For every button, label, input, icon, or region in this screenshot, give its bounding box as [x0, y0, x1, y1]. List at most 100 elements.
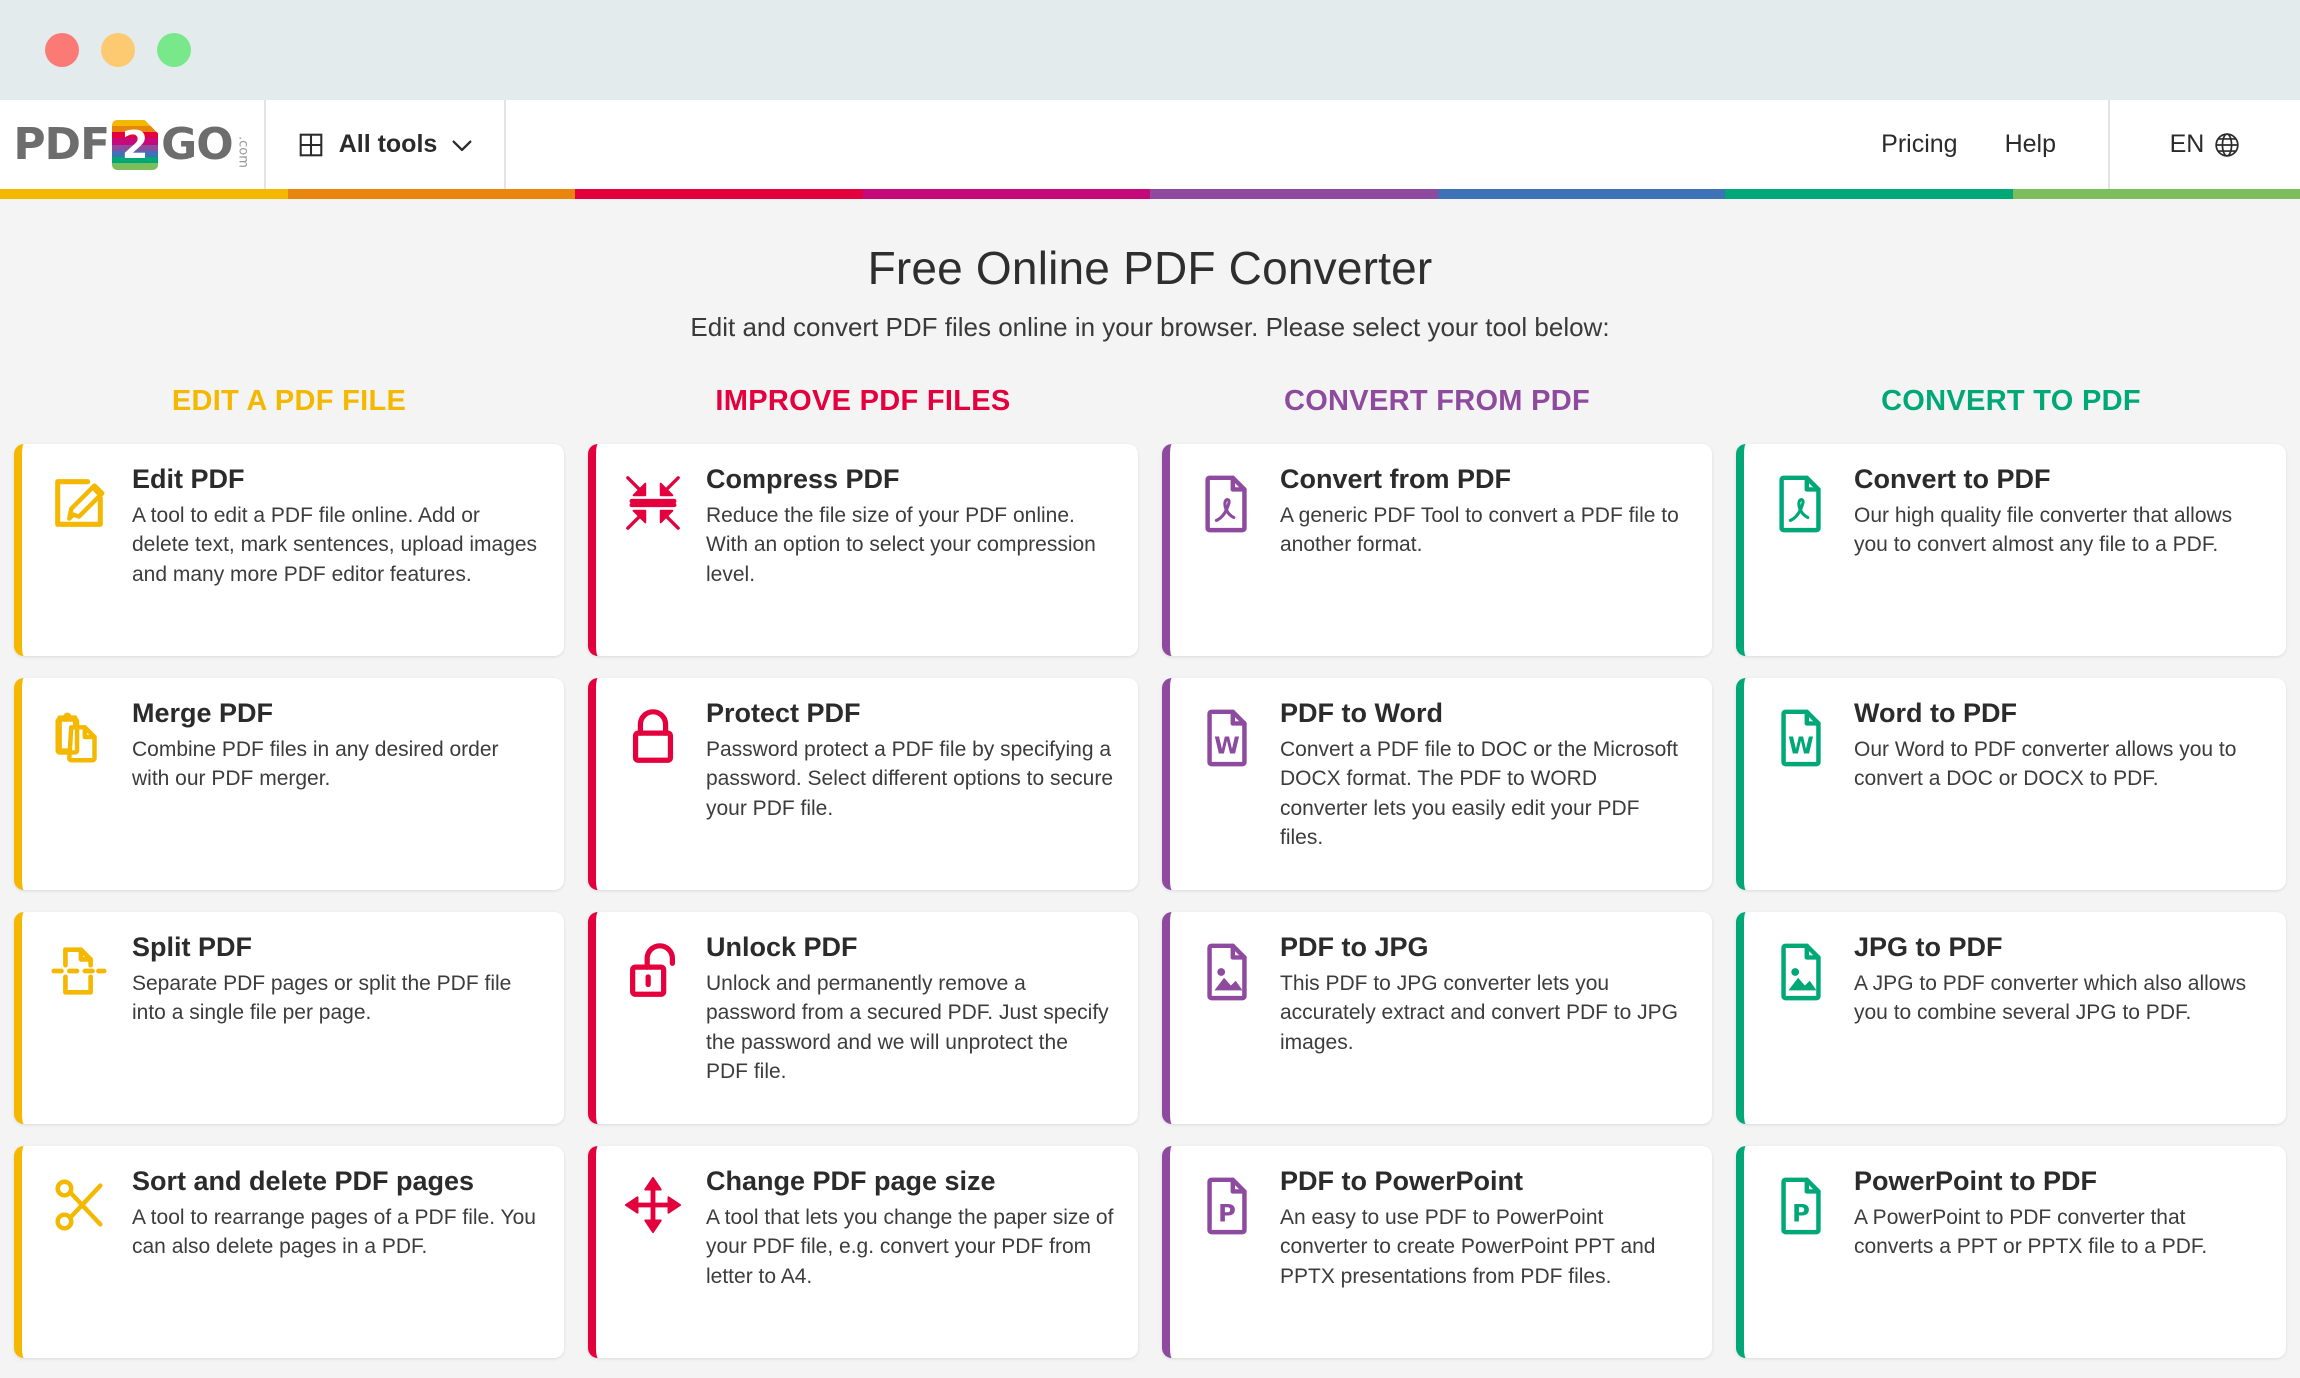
- tool-card-body: PDF to PowerPoint An easy to use PDF to P…: [1280, 1166, 1688, 1342]
- merge-pdf-icon: [48, 706, 110, 768]
- chevron-down-icon: [452, 139, 472, 151]
- nav-link-pricing[interactable]: Pricing: [1881, 130, 1957, 159]
- nav-link-help[interactable]: Help: [2005, 130, 2056, 159]
- tool-card-description: Our Word to PDF converter allows you to …: [1854, 738, 2237, 791]
- tool-card-body: PDF to Word Convert a PDF file to DOC or …: [1280, 698, 1688, 874]
- tool-card-title: Split PDF: [132, 932, 252, 962]
- tool-card-title: PDF to PowerPoint: [1280, 1166, 1523, 1196]
- tool-card-title: JPG to PDF: [1854, 932, 2003, 962]
- tool-card-description: Password protect a PDF file by specifyin…: [706, 738, 1114, 820]
- tool-card[interactable]: W Word to PDF Our Word to PDF converter a…: [1736, 678, 2286, 890]
- tool-card-title: PDF to JPG: [1280, 932, 1429, 962]
- tool-card-description: Reduce the file size of your PDF online.…: [706, 504, 1096, 586]
- word-document-icon: W: [1196, 706, 1258, 768]
- tool-card[interactable]: W PDF to Word Convert a PDF file to DOC o…: [1162, 678, 1712, 890]
- language-selector[interactable]: EN: [2110, 100, 2300, 189]
- tool-card-description: Convert a PDF file to DOC or the Microso…: [1280, 738, 1678, 850]
- tool-card-title: Edit PDF: [132, 464, 245, 494]
- tool-card-body: Convert from PDF A generic PDF Tool to co…: [1280, 464, 1688, 640]
- tool-card[interactable]: Protect PDF Password protect a PDF file b…: [588, 678, 1138, 890]
- tool-card-title: Protect PDF: [706, 698, 861, 728]
- tool-card-title: Unlock PDF: [706, 932, 858, 962]
- tool-card-body: Change PDF page size A tool that lets you…: [706, 1166, 1114, 1342]
- image-document-icon: [1196, 940, 1258, 1002]
- header-spacer: [506, 100, 1881, 189]
- close-button[interactable]: [45, 33, 79, 67]
- column-heading: EDIT A PDF FILE: [171, 385, 407, 417]
- rainbow-segment-4: [1150, 189, 1438, 199]
- maximize-button[interactable]: [157, 33, 191, 67]
- tool-card-body: Split PDF Separate PDF pages or split the…: [132, 932, 540, 1108]
- tool-card[interactable]: Merge PDF Combine PDF files in any desire…: [14, 678, 564, 890]
- pdf2go-logo: PDF 2 GO .com: [13, 118, 251, 170]
- tool-card-title: PDF to Word: [1280, 698, 1443, 728]
- browser-viewport: PDF 2 GO .com All tools Pricing Help EN …: [0, 100, 2300, 1378]
- scissors-icon: [48, 1174, 110, 1236]
- rainbow-segment-1: [287, 189, 575, 199]
- minimize-button[interactable]: [101, 33, 135, 67]
- svg-text:P: P: [1792, 1199, 1810, 1227]
- tool-card[interactable]: JPG to PDF A JPG to PDF converter which a…: [1736, 912, 2286, 1124]
- tool-card-description: A JPG to PDF converter which also allows…: [1854, 972, 2247, 1025]
- rainbow-divider: [0, 189, 2300, 199]
- tool-card[interactable]: Unlock PDF Unlock and permanently remove …: [588, 912, 1138, 1124]
- tool-card-description: A PowerPoint to PDF converter that conve…: [1854, 1206, 2208, 1259]
- header-nav: Pricing Help: [1881, 100, 2110, 189]
- logo-text-right: GO: [161, 118, 234, 170]
- tool-card-title: Word to PDF: [1854, 698, 2017, 728]
- svg-text:W: W: [1214, 732, 1240, 759]
- tool-card-body: Compress PDF Reduce the file size of your…: [706, 464, 1114, 640]
- tool-card[interactable]: PDF to JPG This PDF to JPG converter lets…: [1162, 912, 1712, 1124]
- column-heading: CONVERT FROM PDF: [1283, 385, 1591, 417]
- tool-card[interactable]: Convert to PDF Our high quality file conv…: [1736, 444, 2286, 656]
- tool-card-title: Change PDF page size: [706, 1166, 996, 1196]
- tool-card-body: Word to PDF Our Word to PDF converter all…: [1854, 698, 2262, 874]
- rainbow-segment-2: [575, 189, 863, 199]
- logo-domain-suffix: .com: [235, 135, 251, 168]
- tool-card[interactable]: Split PDF Separate PDF pages or split the…: [14, 912, 564, 1124]
- pdf-document-icon: [1770, 472, 1832, 534]
- tool-card-description: A tool to rearrange pages of a PDF file.…: [132, 1206, 536, 1259]
- rainbow-segment-7: [2012, 189, 2300, 199]
- tool-card[interactable]: P PDF to PowerPoint An easy to use PDF to…: [1162, 1146, 1712, 1358]
- grid-icon: [298, 132, 324, 158]
- tool-card[interactable]: P PowerPoint to PDF A PowerPoint to PDF c…: [1736, 1146, 2286, 1358]
- rainbow-segment-0: [0, 189, 288, 199]
- page-subtitle: Edit and convert PDF files online in you…: [690, 312, 1610, 342]
- tool-card[interactable]: Change PDF page size A tool that lets you…: [588, 1146, 1138, 1358]
- tool-card[interactable]: Convert from PDF A generic PDF Tool to co…: [1162, 444, 1712, 656]
- tool-card-title: Merge PDF: [132, 698, 274, 728]
- svg-text:W: W: [1788, 732, 1814, 759]
- compress-icon: [622, 472, 684, 534]
- tool-card-body: Convert to PDF Our high quality file conv…: [1854, 464, 2262, 640]
- rainbow-segment-3: [862, 189, 1150, 199]
- globe-icon: [2214, 132, 2240, 158]
- tool-card-description: Combine PDF files in any desired order w…: [132, 738, 499, 791]
- tool-card[interactable]: Sort and delete PDF pages A tool to rearr…: [14, 1146, 564, 1358]
- all-tools-label: All tools: [338, 130, 438, 158]
- tool-card-title: Convert to PDF: [1854, 464, 2051, 494]
- tool-card-description: A tool to edit a PDF file online. Add or…: [132, 504, 538, 586]
- tool-card-description: Separate PDF pages or split the PDF file…: [132, 972, 512, 1025]
- resize-arrows-icon: [622, 1174, 684, 1236]
- split-pdf-icon: [48, 940, 110, 1002]
- tool-card-body: Merge PDF Combine PDF files in any desire…: [132, 698, 540, 874]
- tool-card-body: Protect PDF Password protect a PDF file b…: [706, 698, 1114, 874]
- tool-column-3: CONVERT TO PDF Convert to PDF Our high qu…: [1736, 385, 2286, 1378]
- logo-badge: 2: [112, 119, 159, 170]
- tool-card[interactable]: Edit PDF A tool to edit a PDF file online…: [14, 444, 564, 656]
- image-document-icon: [1770, 940, 1832, 1002]
- tool-card-body: PDF to JPG This PDF to JPG converter lets…: [1280, 932, 1688, 1108]
- window-controls: [45, 33, 191, 67]
- tool-card-description: An easy to use PDF to PowerPoint convert…: [1280, 1206, 1656, 1288]
- all-tools-menu[interactable]: All tools: [266, 100, 506, 189]
- tool-card-body: JPG to PDF A JPG to PDF converter which a…: [1854, 932, 2262, 1108]
- logo-link[interactable]: PDF 2 GO .com: [0, 100, 266, 189]
- tool-card-body: Edit PDF A tool to edit a PDF file online…: [132, 464, 540, 640]
- tool-card-body: PowerPoint to PDF A PowerPoint to PDF con…: [1854, 1166, 2262, 1342]
- tool-card[interactable]: Compress PDF Reduce the file size of your…: [588, 444, 1138, 656]
- lock-closed-icon: [622, 706, 684, 768]
- tool-card-title: Sort and delete PDF pages: [132, 1166, 475, 1196]
- page-title: Free Online PDF Converter: [867, 242, 1433, 294]
- tool-card-title: Compress PDF: [706, 464, 900, 494]
